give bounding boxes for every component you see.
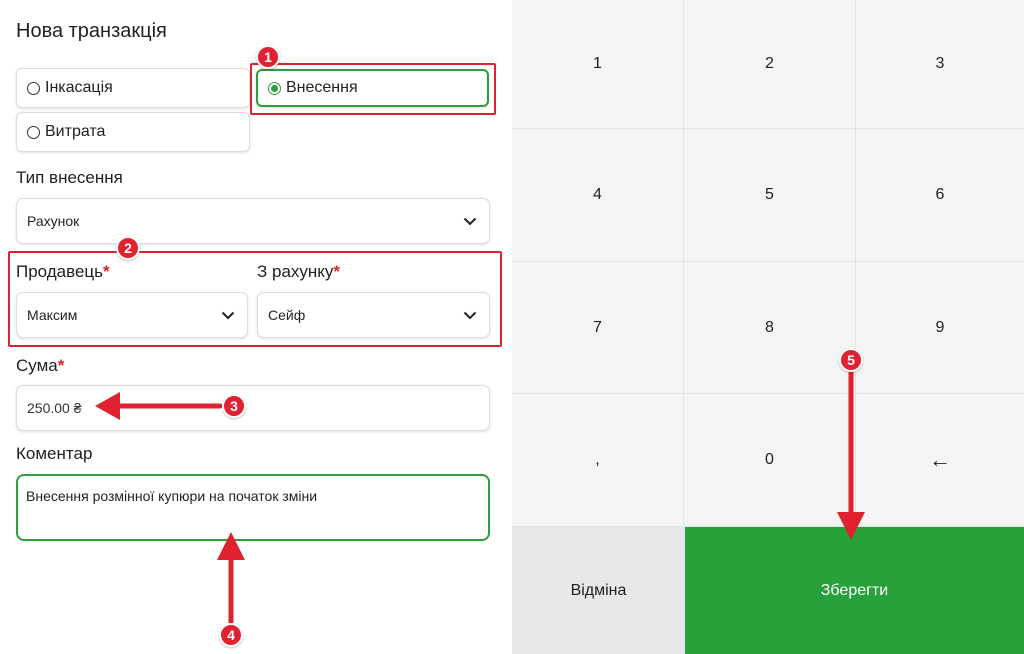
annotation-badge-3: 3	[222, 394, 246, 418]
annotation-badge-4: 4	[219, 623, 243, 647]
comment-textarea[interactable]: Внесення розмінної купюри на початок змі…	[16, 474, 490, 541]
type-option-expense[interactable]: Витрата	[16, 112, 250, 152]
key-9[interactable]: 9	[856, 262, 1024, 394]
transaction-form: Нова транзакція Інкасація Внесення Витра…	[0, 0, 512, 654]
deposit-type-label: Тип внесення	[16, 168, 123, 187]
key-6[interactable]: 6	[856, 129, 1024, 262]
comment-label: Коментар	[16, 444, 93, 463]
numeric-keypad: 1 2 3 4 5 6 7 8 9 , 0 ← Відміна Зберегти	[512, 0, 1024, 654]
key-comma[interactable]: ,	[512, 394, 684, 527]
cancel-button[interactable]: Відміна	[512, 527, 685, 654]
amount-value: 250.00 ₴	[27, 400, 82, 416]
deposit-type-select[interactable]: Рахунок	[16, 198, 490, 244]
key-5[interactable]: 5	[684, 129, 856, 262]
key-2[interactable]: 2	[684, 0, 856, 129]
key-0[interactable]: 0	[684, 394, 856, 527]
annotation-badge-1: 1	[256, 45, 280, 69]
chevron-down-icon	[463, 217, 477, 225]
key-1[interactable]: 1	[512, 0, 684, 129]
radio-icon[interactable]	[27, 81, 40, 95]
backspace-key[interactable]: ←	[856, 394, 1024, 527]
key-8[interactable]: 8	[684, 262, 856, 394]
amount-input[interactable]: 250.00 ₴	[16, 385, 490, 431]
key-7[interactable]: 7	[512, 262, 684, 394]
amount-label: Сума*	[16, 356, 65, 375]
key-3[interactable]: 3	[856, 0, 1024, 129]
key-4[interactable]: 4	[512, 129, 684, 262]
highlight-box-deposit-option	[250, 63, 496, 115]
save-button[interactable]: Зберегти	[685, 527, 1024, 654]
deposit-type-value: Рахунок	[27, 213, 80, 229]
type-option-incasation[interactable]: Інкасація	[16, 68, 250, 108]
comment-value: Внесення розмінної купюри на початок змі…	[26, 488, 318, 504]
type-option-label: Витрата	[45, 123, 106, 140]
type-option-label: Інкасація	[45, 79, 113, 96]
annotation-badge-2: 2	[116, 236, 140, 260]
radio-icon[interactable]	[27, 125, 40, 139]
page-title: Нова транзакція	[16, 20, 167, 42]
highlight-box-seller-account	[8, 251, 502, 347]
annotation-badge-5: 5	[839, 348, 863, 372]
